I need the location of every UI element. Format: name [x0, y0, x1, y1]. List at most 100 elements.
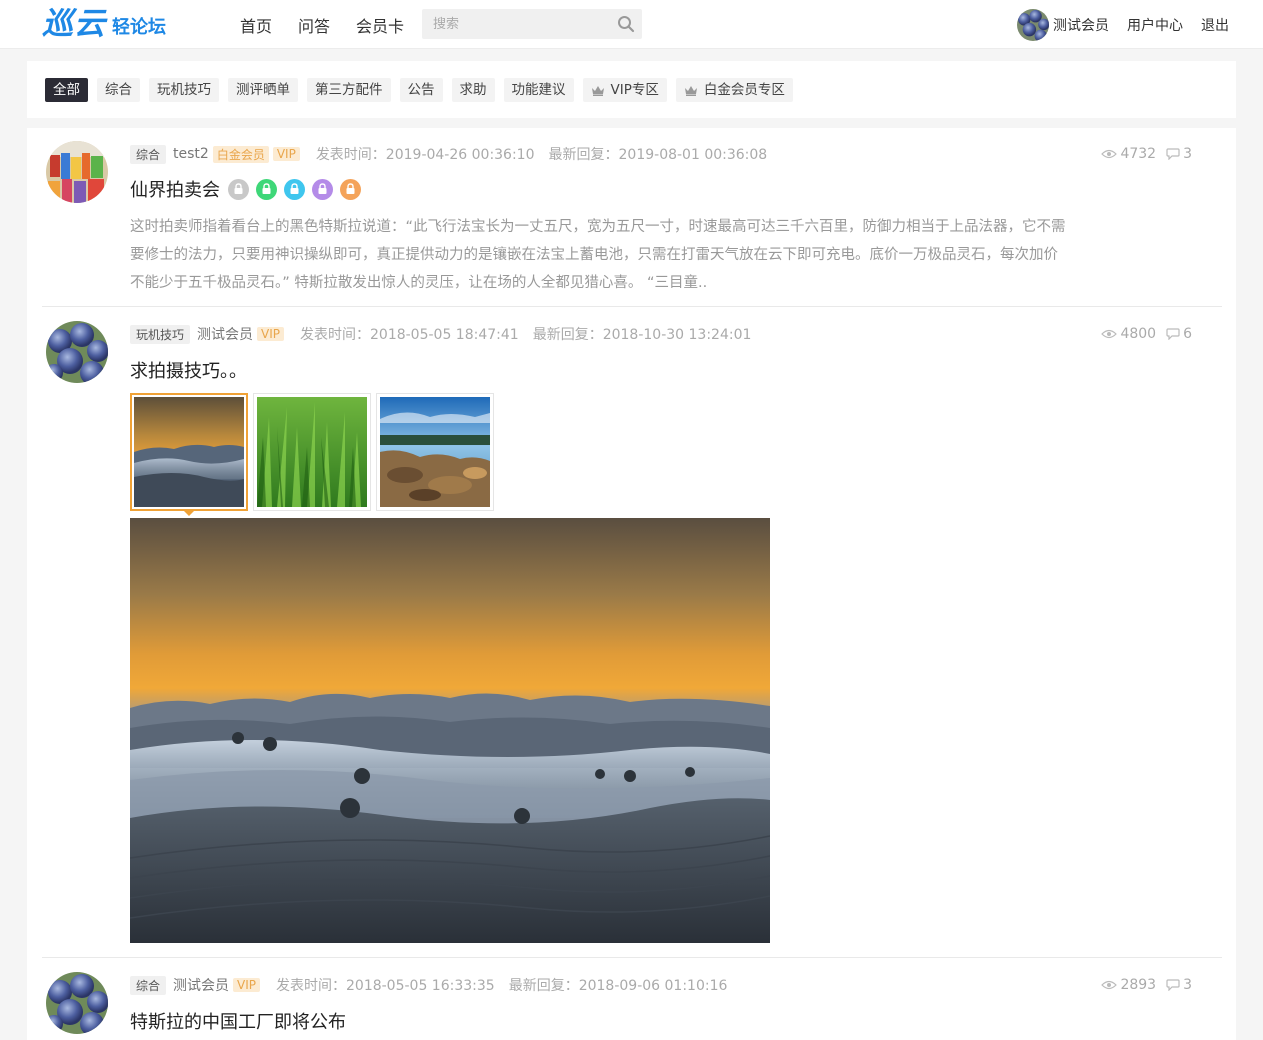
category-accessories[interactable]: 第三方配件 — [307, 78, 391, 102]
comment-icon — [1166, 979, 1180, 991]
post-item: 综合 测试会员 VIP 发表时间：2018-05-05 16:33:35 最新回… — [42, 958, 1222, 1040]
post-meta: 玩机技巧 测试会员 VIP 发表时间：2018-05-05 18:47:41 最… — [130, 324, 765, 344]
eye-icon — [1101, 329, 1118, 339]
category-label: 综合 — [105, 82, 132, 98]
post-title-text: 特斯拉的中国工厂即将公布 — [130, 1012, 346, 1033]
post-author-avatar[interactable] — [46, 141, 108, 203]
post-image-preview[interactable] — [130, 518, 770, 943]
view-count-value: 4732 — [1120, 146, 1157, 162]
comment-count: 3 — [1166, 146, 1192, 162]
main-nav: 首页 问答 会员卡 — [240, 0, 430, 49]
logout-link[interactable]: 退出 — [1201, 15, 1229, 35]
post-stats: 2893 3 — [1091, 975, 1192, 995]
vip-badge: VIP — [233, 978, 260, 992]
user-area: 测试会员 用户中心 退出 — [1017, 0, 1229, 49]
site-logo[interactable]: 巡云 轻论坛 — [42, 6, 166, 42]
comment-count: 6 — [1166, 326, 1192, 342]
comment-count-value: 6 — [1183, 326, 1192, 342]
post-author-avatar[interactable] — [46, 972, 108, 1034]
category-bar: 全部 综合 玩机技巧 测评晒单 第三方配件 公告 求助 功能建议 VIP专区 白… — [27, 61, 1236, 118]
thumbnail-foggy-sunset[interactable] — [130, 393, 248, 516]
post-excerpt: 这时拍卖师指着看台上的黑色特斯拉说道：“此飞行法宝长为一丈五尺，宽为五尺一寸，时… — [130, 219, 1066, 291]
post-image-thumbnails — [130, 393, 499, 516]
top-header: 巡云 轻论坛 首页 问答 会员卡 测试会员 用户中心 退出 — [0, 0, 1263, 49]
comment-count-value: 3 — [1183, 146, 1192, 162]
post-category-tag[interactable]: 综合 — [130, 975, 167, 995]
category-general[interactable]: 综合 — [97, 78, 140, 102]
search-input[interactable] — [422, 9, 612, 39]
view-count: 2893 — [1101, 977, 1156, 993]
comment-count: 3 — [1166, 977, 1192, 993]
eye-icon — [1101, 149, 1118, 159]
category-all[interactable]: 全部 — [45, 78, 88, 102]
user-avatar[interactable] — [1017, 8, 1049, 41]
nav-qa[interactable]: 问答 — [298, 13, 330, 37]
logo-sub-text: 轻论坛 — [112, 17, 166, 38]
category-announcements[interactable]: 公告 — [399, 78, 443, 102]
post-title[interactable]: 求拍摄技巧。。 — [130, 357, 247, 383]
post-last-reply-time: 最新回复：2018-09-06 01:10:16 — [508, 978, 728, 994]
post-stats: 4800 6 — [1091, 324, 1192, 344]
nav-home[interactable]: 首页 — [240, 13, 272, 37]
lock-icon — [340, 178, 361, 200]
post-author[interactable]: test2 — [173, 146, 209, 162]
post-published-time: 发表时间：2019-04-26 00:36:10 — [315, 147, 535, 163]
post-category-tag[interactable]: 玩机技巧 — [130, 324, 191, 344]
search-icon[interactable] — [616, 14, 636, 34]
post-title[interactable]: 特斯拉的中国工厂即将公布 — [130, 1008, 346, 1034]
platinum-badge: 白金会员 — [212, 145, 269, 163]
view-count-value: 4800 — [1120, 326, 1157, 342]
post-author[interactable]: 测试会员 — [173, 975, 229, 995]
category-suggestions[interactable]: 功能建议 — [503, 78, 574, 102]
crown-icon — [591, 85, 604, 96]
category-platinum[interactable]: 白金会员专区 — [675, 78, 793, 102]
view-count: 4800 — [1101, 326, 1156, 342]
permission-locks — [221, 178, 361, 200]
post-published-time: 发表时间：2018-05-05 18:47:41 — [300, 327, 519, 343]
post-author-avatar[interactable] — [46, 321, 108, 383]
lock-icon — [256, 178, 277, 200]
category-label: 第三方配件 — [315, 82, 383, 98]
comment-count-value: 3 — [1183, 977, 1192, 993]
category-label: VIP专区 — [610, 82, 659, 98]
category-label: 测评晒单 — [236, 82, 290, 98]
lock-icon — [284, 178, 305, 200]
post-last-reply-time: 最新回复：2018-10-30 13:24:01 — [532, 327, 752, 343]
nav-membership-card[interactable]: 会员卡 — [356, 13, 404, 37]
thumbnail-green-grass[interactable] — [253, 393, 371, 511]
post-list: 综合 test2 白金会员 VIP 发表时间：2019-04-26 00:36:… — [27, 128, 1236, 1040]
category-label: 功能建议 — [511, 82, 566, 98]
category-label: 全部 — [53, 82, 80, 98]
category-label: 玩机技巧 — [157, 82, 211, 98]
logo-main-text: 巡云 — [42, 6, 106, 42]
post-author[interactable]: 测试会员 — [197, 324, 253, 344]
post-title-text: 求拍摄技巧。。 — [130, 361, 247, 382]
user-name-link[interactable]: 测试会员 — [1053, 15, 1109, 35]
post-meta: 综合 测试会员 VIP 发表时间：2018-05-05 16:33:35 最新回… — [130, 975, 741, 995]
post-category-tag[interactable]: 综合 — [130, 144, 167, 164]
post-meta: 综合 test2 白金会员 VIP 发表时间：2019-04-26 00:36:… — [130, 144, 781, 164]
category-tips[interactable]: 玩机技巧 — [149, 78, 219, 102]
vip-badge: VIP — [257, 327, 284, 341]
post-title[interactable]: 仙界拍卖会 — [130, 176, 361, 202]
search-box — [422, 9, 642, 39]
post-stats: 4732 3 — [1091, 144, 1192, 164]
user-center-link[interactable]: 用户中心 — [1127, 15, 1183, 35]
category-reviews[interactable]: 测评晒单 — [228, 78, 298, 102]
crown-icon — [684, 85, 697, 96]
category-help[interactable]: 求助 — [451, 78, 495, 102]
category-label: 公告 — [407, 82, 435, 98]
category-vip[interactable]: VIP专区 — [582, 78, 667, 102]
category-label: 求助 — [459, 82, 487, 98]
thumbnail-rocky-coast[interactable] — [376, 393, 494, 511]
view-count-value: 2893 — [1120, 977, 1157, 993]
lock-icon — [312, 178, 333, 200]
post-item: 玩机技巧 测试会员 VIP 发表时间：2018-05-05 18:47:41 最… — [42, 307, 1222, 957]
category-label: 白金会员专区 — [703, 82, 785, 98]
comment-icon — [1166, 328, 1180, 340]
post-last-reply-time: 最新回复：2019-08-01 00:36:08 — [548, 147, 768, 163]
comment-icon — [1166, 148, 1180, 160]
post-published-time: 发表时间：2018-05-05 16:33:35 — [276, 978, 495, 994]
lock-icon — [228, 178, 249, 200]
eye-icon — [1101, 980, 1118, 990]
